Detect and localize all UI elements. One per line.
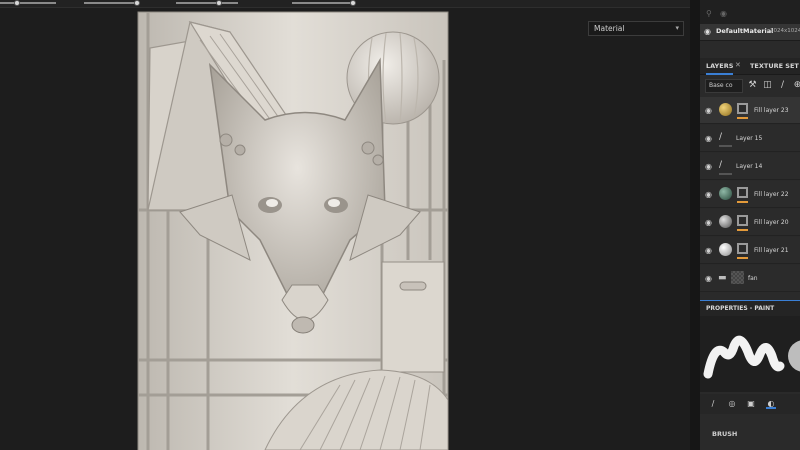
properties-header: PROPERTIES - PAINT — [700, 300, 800, 316]
layer-name: fan — [748, 275, 758, 282]
tab-texture-set-settings[interactable]: TEXTURE SET SET — [750, 62, 800, 70]
fill-thumbnail — [719, 215, 732, 228]
layer-name: Layer 15 — [736, 135, 763, 142]
3d-viewport[interactable]: Material ▾ — [0, 8, 690, 450]
layer-subbar — [719, 173, 732, 175]
fill-thumbnail — [719, 103, 732, 116]
eye-icon[interactable]: ◉ — [705, 190, 712, 199]
alpha-icon[interactable]: ◎ — [727, 399, 737, 409]
mask-indicator — [737, 201, 748, 203]
fill-thumbnail — [719, 187, 732, 200]
panel-tabs: LAYERS ✕ TEXTURE SET SET — [700, 58, 800, 75]
mask-indicator — [737, 117, 748, 119]
sculpt-model — [137, 11, 449, 450]
material-select-value: Material — [594, 24, 625, 33]
fill-thumbnail — [719, 243, 732, 256]
properties-toolbar: ∕ ◎ ▣ ◐ — [700, 394, 800, 414]
layer-row[interactable]: ◉ ∕ Layer 14 — [700, 153, 800, 180]
layer-name: Fill layer 23 — [754, 107, 789, 114]
material-icon[interactable]: ◐ — [766, 399, 776, 409]
toolbar-slider-2[interactable] — [84, 0, 140, 6]
toolbar-slider-1[interactable] — [0, 0, 56, 6]
toolbar-slider-3[interactable] — [176, 0, 238, 6]
layer-row[interactable]: ◉ ∕ Layer 15 — [700, 125, 800, 152]
layer-name: Fill layer 22 — [754, 191, 789, 198]
layer-row[interactable]: ◉ Fill layer 21 — [700, 237, 800, 264]
filter-icon[interactable]: ⚒ — [747, 80, 758, 91]
paint-brush-icon: ∕ — [719, 160, 723, 170]
eye-icon[interactable]: ◉ — [705, 274, 712, 283]
tab-layers[interactable]: LAYERS — [706, 62, 734, 75]
layer-folder-row[interactable]: ◉ ▬ fan — [700, 265, 800, 292]
layer-name: Fill layer 21 — [754, 247, 789, 254]
layer-toolbar: Base co ⚒ ◫ ∕ ⊕ — [700, 76, 800, 96]
mask-indicator — [737, 229, 748, 231]
layer-row[interactable]: ◉ Fill layer 22 — [700, 181, 800, 208]
brush-stroke-preview — [700, 316, 800, 392]
panel-scroll-strip[interactable] — [690, 0, 700, 450]
eye-icon[interactable]: ◉ — [705, 218, 712, 227]
layer-subbar — [719, 145, 732, 147]
eye-icon[interactable]: ◉ — [705, 246, 712, 255]
layer-row[interactable]: ◉ Fill layer 23 — [700, 97, 800, 124]
texture-set-list-header: ⚲ ◉ — [700, 0, 800, 24]
texture-set-size: 1024x1024 — [770, 28, 800, 34]
eye-icon[interactable]: ◉ — [720, 9, 729, 18]
texture-set-name: DefaultMaterial — [716, 27, 774, 35]
mask-icon[interactable] — [737, 103, 748, 114]
mask-icon[interactable] — [737, 187, 748, 198]
eye-icon[interactable]: ◉ — [704, 27, 711, 36]
toolbar-slider-4[interactable] — [292, 0, 356, 6]
folder-icon[interactable]: ▬ — [718, 273, 727, 283]
blend-mode-select[interactable]: Base co — [705, 79, 743, 93]
close-icon[interactable]: ✕ — [735, 61, 741, 69]
eye-icon[interactable]: ◉ — [705, 134, 712, 143]
mask-icon[interactable] — [737, 215, 748, 226]
stencil-icon[interactable]: ▣ — [746, 399, 756, 409]
viewport-material-select[interactable]: Material ▾ — [588, 21, 684, 36]
stroke-preview-graphic — [703, 335, 800, 379]
add-effect-icon[interactable]: ⊕ — [792, 80, 800, 91]
mask-indicator — [737, 257, 748, 259]
paint-brush-icon: ∕ — [719, 132, 723, 142]
properties-title: PROPERTIES - PAINT — [706, 305, 775, 312]
eye-icon[interactable]: ◉ — [705, 106, 712, 115]
add-paint-layer-icon[interactable]: ∕ — [777, 80, 788, 91]
slider-knob[interactable] — [134, 0, 140, 6]
layer-name: Layer 14 — [736, 163, 763, 170]
chain-icon[interactable]: ⚲ — [706, 9, 715, 18]
chevron-down-icon: ▾ — [675, 24, 679, 32]
texture-set-row[interactable]: ◉ DefaultMaterial 1024x1024 — [700, 24, 800, 41]
eye-icon[interactable]: ◉ — [705, 162, 712, 171]
slider-knob[interactable] — [14, 0, 20, 6]
brush-icon[interactable]: ∕ — [708, 399, 718, 409]
add-fill-layer-icon[interactable]: ◫ — [762, 80, 773, 91]
mask-icon[interactable] — [737, 243, 748, 254]
top-toolbar — [0, 0, 800, 8]
layer-row[interactable]: ◉ Fill layer 20 — [700, 209, 800, 236]
layer-name: Fill layer 20 — [754, 219, 789, 226]
slider-knob[interactable] — [350, 0, 356, 6]
layer-stack: ◉ Fill layer 23 ◉ ∕ Layer 15 ◉ ∕ Layer 1… — [700, 97, 800, 293]
painter-app: Material ▾ ⚲ ◉ ◉ DefaultMaterial 1024x10… — [0, 0, 800, 450]
slider-knob[interactable] — [216, 0, 222, 6]
folder-thumbnail — [731, 271, 744, 284]
brush-section-label: BRUSH — [712, 430, 738, 438]
